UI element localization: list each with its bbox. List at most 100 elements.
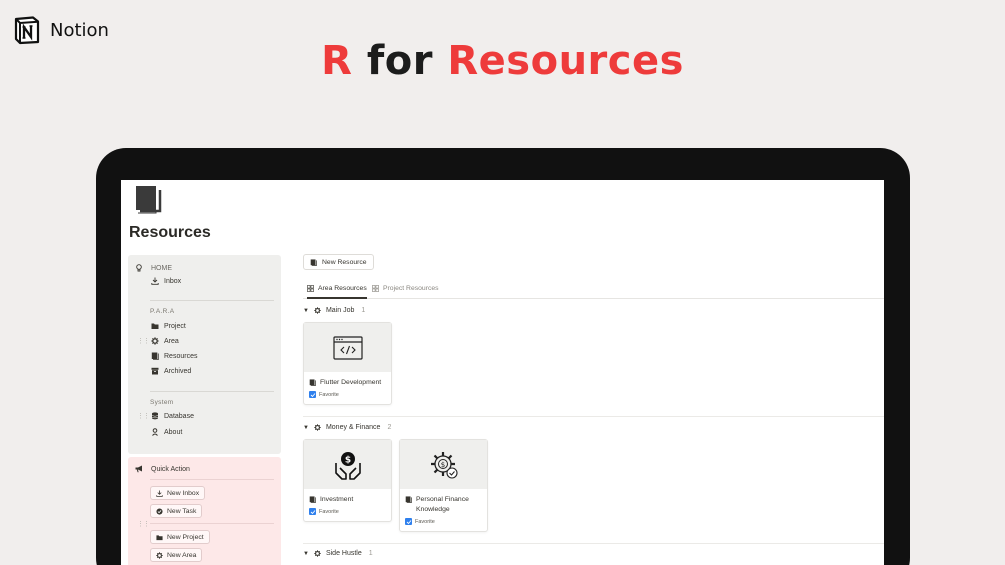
new-inbox-button[interactable]: New Inbox [150,486,206,500]
favorite-label: Favorite [319,391,339,398]
folder-icon [151,323,159,329]
database-icon [151,412,159,420]
svg-text:$: $ [440,460,444,468]
group-main-job[interactable]: ▼ Main Job 1 [303,307,365,314]
sidebar-inbox-label: Inbox [164,277,182,285]
toggle-triangle-icon[interactable]: ▼ [303,551,309,557]
favorite-label: Favorite [319,508,339,515]
drag-handle-icon[interactable]: ⋮⋮ [137,337,150,345]
new-area-label: New Area [167,551,197,559]
sidebar-item-area[interactable]: Area [151,337,179,345]
download-icon [151,277,159,285]
new-resource-label: New Resource [322,258,367,266]
new-project-label: New Project [167,533,204,541]
download-icon [156,489,163,497]
resource-card[interactable]: Flutter Development Favorite [303,322,392,405]
section-label-para: P.A.R.A [150,308,175,315]
resource-card[interactable]: $ Investment Favorite [303,439,392,522]
quick-action-panel: Quick Action New Inbox New Task ⋮⋮ New P… [128,457,281,565]
quick-action-divider [150,523,274,524]
checkbox-checked-icon[interactable] [309,508,316,515]
headline: R for Resources [0,38,1005,84]
group-name: Side Hustle [325,550,362,557]
sidebar-divider [150,300,274,301]
book-icon [151,352,159,360]
group-name: Money & Finance [325,424,381,431]
sidebar-item-inbox[interactable]: Inbox [151,277,181,285]
card-cover [304,323,391,372]
folder-icon [156,534,163,540]
tab-label: Area Resources [318,285,367,292]
book-icon [309,496,316,503]
headline-word: Resources [447,38,684,84]
view-tabs: Area Resources Project Resources [303,280,884,299]
group-name: Main Job [325,307,355,314]
sidebar-database-label: Database [164,412,194,420]
new-task-button[interactable]: New Task [150,504,203,518]
lightbulb-icon [136,264,142,272]
archive-box-icon [151,367,159,375]
new-project-button[interactable]: New Project [150,530,210,544]
sidebar-resources-label: Resources [164,352,198,360]
drag-handle-icon[interactable]: ⋮⋮ [137,520,150,528]
tab-area-resources[interactable]: Area Resources [307,285,367,299]
new-area-button[interactable]: New Area [150,548,203,562]
sidebar-item-home[interactable]: HOME [135,264,172,272]
card-title-text: Investment [320,496,354,503]
sidebar-item-resources[interactable]: Resources [151,352,197,360]
group-side-hustle[interactable]: ▼ Side Hustle 1 [303,550,373,557]
toggle-triangle-icon[interactable]: ▼ [303,308,309,314]
group-count: 1 [361,307,366,314]
drag-handle-icon[interactable]: ⋮⋮ [137,412,150,420]
sidebar-item-project[interactable]: Project [151,322,186,330]
sidebar-divider [150,391,274,392]
toggle-triangle-icon[interactable]: ▼ [303,425,309,431]
tab-project-resources[interactable]: Project Resources [372,285,439,297]
checkbox-checked-icon[interactable] [309,391,316,398]
tab-label: Project Resources [383,285,439,292]
page-title: Resources [129,224,211,241]
group-money-finance[interactable]: ▼ Money & Finance 2 [303,424,391,431]
gear-icon [156,551,163,559]
sidebar-item-database[interactable]: Database [151,412,194,420]
checkbox-checked-icon[interactable] [405,518,412,525]
hands-dollar-icon: $ [334,451,361,480]
new-inbox-label: New Inbox [167,489,200,497]
card-title-text: Personal Finance Knowledge [416,496,469,513]
favorite-property: Favorite [400,515,487,531]
sidebar-item-archived[interactable]: Archived [151,367,191,375]
resource-card[interactable]: $ Personal Finance Knowledge Favorite [399,439,488,532]
quick-action-header: Quick Action [135,465,190,473]
quick-action-divider [150,479,274,480]
book-icon [405,496,412,503]
card-title: Flutter Development [304,372,391,388]
book-icon [309,379,316,386]
sidebar-home-label: HOME [151,264,172,272]
megaphone-icon [135,465,142,473]
card-cover: $ [304,440,391,489]
code-window-icon [332,335,363,360]
gear-icon [314,550,321,557]
sidebar-archived-label: Archived [164,367,192,375]
book-icon [310,258,317,266]
sidebar-item-about[interactable]: About [151,428,182,436]
card-title: Personal Finance Knowledge [400,489,487,515]
gear-icon [151,337,159,345]
sidebar-area-label: Area [164,337,179,345]
favorite-property: Favorite [304,388,391,404]
svg-text:$: $ [344,455,350,465]
headline-for: for [366,38,433,84]
group-count: 2 [387,424,392,431]
person-icon [152,428,158,436]
resources-page-icon [136,186,162,214]
check-circle-icon [156,507,163,515]
favorite-property: Favorite [304,505,391,521]
group-count: 1 [368,550,373,557]
card-title: Investment [304,489,391,505]
gallery-icon [307,285,314,292]
quick-action-title: Quick Action [151,465,190,473]
section-label-system: System [150,399,174,406]
gear-icon [314,424,321,431]
sidebar: HOME Inbox P.A.R.A Project ⋮⋮ Area Resou… [128,255,281,565]
new-resource-button[interactable]: New Resource [303,254,374,270]
